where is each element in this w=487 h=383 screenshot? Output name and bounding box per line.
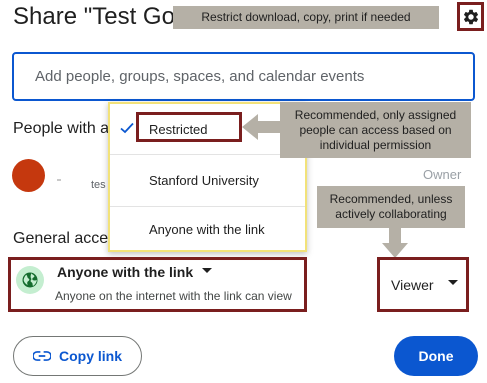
menu-item-label: Stanford University [149, 172, 259, 188]
caret-down-icon [448, 280, 458, 285]
callout-restricted-text: Recommended, only assigned people can ac… [294, 107, 457, 152]
done-button[interactable]: Done [394, 336, 478, 376]
link-icon [32, 351, 51, 361]
callout-restricted: Recommended, only assigned people can ac… [280, 102, 471, 158]
avatar [12, 159, 45, 192]
role-select[interactable]: Viewer [377, 257, 469, 312]
check-icon [120, 122, 134, 134]
callout-settings-text: Restrict download, copy, print if needed [201, 10, 411, 24]
restricted-highlight [136, 112, 242, 142]
copy-link-button[interactable]: Copy link [13, 336, 142, 376]
copy-link-label: Copy link [58, 348, 122, 364]
callout-arrow-left [242, 114, 282, 140]
role-label: Viewer [391, 276, 434, 293]
person-email: tes [91, 179, 106, 191]
globe-icon [16, 266, 44, 294]
callout-viewer-text: Recommended, unless actively collaborati… [329, 192, 453, 221]
add-people-field[interactable] [12, 52, 475, 101]
callout-settings: Restrict download, copy, print if needed [173, 6, 439, 29]
people-with-access-heading: People with a [13, 120, 108, 137]
callout-viewer: Recommended, unless actively collaborati… [317, 186, 465, 228]
add-people-input[interactable] [35, 68, 455, 85]
callout-arrow-down [382, 228, 408, 258]
menu-item-anyone-with-link[interactable]: Anyone with the link [110, 207, 305, 252]
owner-label: Owner [423, 167, 462, 182]
person-name-placeholder [57, 179, 61, 181]
menu-item-label: Anyone with the link [149, 222, 265, 237]
general-access-select[interactable]: Anyone with the link [57, 264, 193, 280]
gear-icon[interactable] [462, 8, 480, 26]
settings-button[interactable] [457, 2, 484, 31]
general-access-description: Anyone on the internet with the link can… [55, 289, 292, 303]
caret-down-icon[interactable] [202, 268, 212, 274]
menu-item-stanford-university[interactable]: Stanford University [110, 155, 305, 205]
general-access-heading: General acce [13, 230, 108, 247]
